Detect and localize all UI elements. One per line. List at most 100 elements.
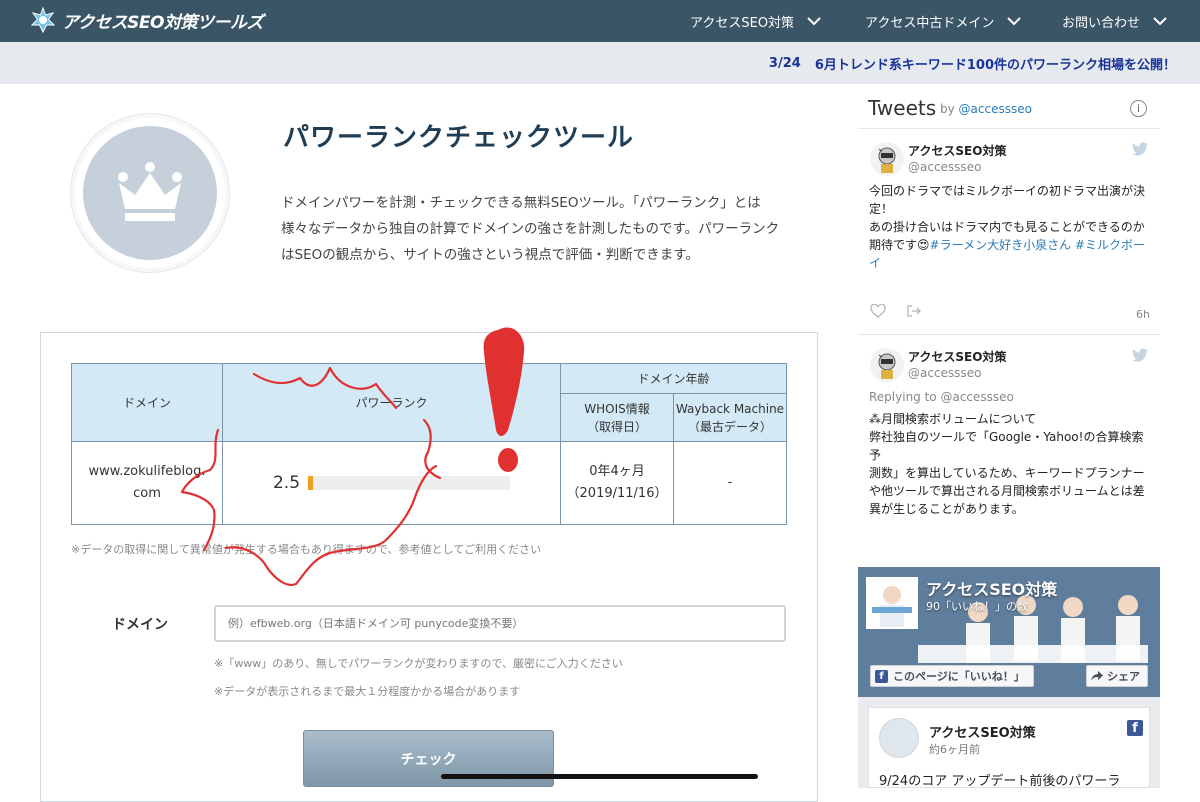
tweet-time[interactable]: 6h	[1136, 308, 1150, 321]
header-whois-line1: WHOIS情報	[584, 401, 650, 416]
robot-avatar-icon	[878, 353, 896, 379]
domain-input[interactable]	[214, 605, 786, 642]
fb-post-time[interactable]: 約6ヶ月前	[929, 741, 980, 757]
tweets-by-handle[interactable]: @accessseo	[959, 102, 1032, 116]
share-arrow-icon	[1091, 671, 1103, 681]
facebook-cover[interactable]: アクセスSEO対策 90「いいね！」の数 f このページに「いいね！」 シェア	[858, 567, 1160, 697]
notice-text: 6月トレンド系キーワード100件のパワーランク相場を公開！	[814, 57, 1176, 73]
tweet-author[interactable]: アクセスSEO対策	[908, 142, 1006, 159]
logo-star-icon	[30, 7, 56, 33]
info-icon[interactable]: i	[1130, 100, 1147, 117]
tweet-text-line: あの掛け合いはドラマ内でも見ることができるのか	[869, 220, 1145, 234]
tweet-text-line: 期待です😍	[869, 238, 930, 252]
tweet-item[interactable]: アクセスSEO対策 @accessseo Replying to @access…	[858, 334, 1160, 542]
notice-link[interactable]: 3/24 6月トレンド系キーワード100件のパワーランク相場を公開！	[769, 42, 1176, 84]
facebook-page-widget: アクセスSEO対策 90「いいね！」の数 f このページに「いいね！」 シェア …	[858, 567, 1160, 789]
crown-icon	[118, 162, 182, 221]
twitter-bird-icon[interactable]	[1132, 142, 1148, 156]
tweet-text-line: 弊社独自のツールで「Google・Yahoo!の合算検索予	[869, 430, 1144, 462]
power-rank-bar	[308, 476, 511, 490]
header-whois: WHOIS情報 （取得日）	[560, 393, 674, 442]
nav-access-seo[interactable]: アクセスSEO対策	[690, 0, 822, 42]
home-indicator	[441, 774, 758, 779]
tweet-author[interactable]: アクセスSEO対策	[908, 348, 1006, 365]
notice-bar: 3/24 6月トレンド系キーワード100件のパワーランク相場を公開！	[0, 42, 1200, 84]
time-note: ※データが表示されるまで最大１分程度かかる場合があります	[214, 685, 521, 698]
nav-label: アクセス中古ドメイン	[865, 15, 995, 31]
data-disclaimer: ※データの取得に関して異常値が発生する場合もあり得ますので、参考値としてご利用く…	[71, 543, 542, 556]
chevron-down-icon	[807, 17, 821, 26]
tweet-handle[interactable]: @accessseo	[908, 366, 981, 380]
fb-like-count: 90「いいね！」の数	[926, 600, 1028, 613]
header-wayback-line1: Wayback Machine	[675, 401, 785, 416]
domain-line2: com	[133, 486, 161, 501]
hashtag[interactable]: #ラーメン大好き小泉さん	[930, 238, 1072, 252]
power-rank-bar-fill	[308, 476, 314, 490]
replying-to[interactable]: Replying to @accessseo	[869, 388, 1154, 406]
header-domain: ドメイン	[71, 363, 223, 442]
nav-label: お問い合わせ	[1062, 15, 1141, 31]
crown-badge	[83, 126, 217, 260]
fb-share-button[interactable]: シェア	[1086, 665, 1148, 687]
cell-power-rank: 2.5	[222, 441, 561, 525]
tweet-text-line: や他ツールで算出される月間検索ボリュームとは差	[869, 484, 1145, 498]
nav-contact[interactable]: お問い合わせ	[1062, 0, 1168, 42]
domain-line1: www.zokulifeblog.	[88, 464, 206, 479]
tweet-actions	[870, 304, 922, 318]
fb-like-label: このページに「いいね！」	[893, 670, 1025, 683]
twitter-timeline: Tweets by @accessseo i アクセスSEO対策 @access…	[858, 84, 1160, 542]
nav-used-domain[interactable]: アクセス中古ドメイン	[865, 0, 1022, 42]
avatar	[870, 142, 904, 176]
fb-page-name[interactable]: アクセスSEO対策	[926, 576, 1057, 600]
cell-whois-age: 0年4ヶ月 （2019/11/16）	[560, 441, 674, 525]
cell-domain: www.zokulifeblog. com	[71, 441, 223, 525]
hashtag[interactable]: #ミルクボー	[1075, 238, 1145, 252]
tweets-by-word: by	[940, 102, 955, 116]
fb-post-text: 9/24のコア アップデート前後のパワーラ	[879, 774, 1121, 789]
heart-icon[interactable]	[870, 304, 886, 318]
nav-label: アクセスSEO対策	[690, 15, 795, 31]
tool-description: ドメインパワーを計測・チェックできる無料SEOツール。「パワーランク」とは様々な…	[281, 195, 780, 263]
age-line1: 0年4ヶ月	[589, 464, 645, 479]
tweet-handle[interactable]: @accessseo	[908, 160, 981, 174]
tweet-text-line: ⁂月間検索ボリュームについて	[869, 412, 1037, 426]
domain-field-label: ドメイン	[112, 617, 168, 633]
header-domain-age: ドメイン年齢	[560, 363, 787, 394]
tool-icon-circle	[70, 113, 230, 273]
avatar	[870, 348, 904, 382]
tweet-item[interactable]: アクセスSEO対策 @accessseo 今回のドラマではミルクボーイの初ドラマ…	[858, 128, 1160, 334]
site-logo[interactable]: アクセスSEO対策ツールズ	[30, 6, 263, 34]
avatar	[879, 718, 919, 758]
www-note: ※「www」のあり、無しでパワーランクが変わりますので、厳密にご入力ください	[214, 657, 623, 670]
header-power-rank: パワーランク	[222, 363, 561, 442]
facebook-f-icon: f	[875, 669, 888, 683]
tweet-text-line: 異が生じることがあります。	[869, 502, 1024, 516]
page-title: パワーランクチェックツール	[283, 123, 635, 153]
tweet-text-line: 今回のドラマではミルクボーイの初ドラマ出演が決	[869, 184, 1146, 198]
age-line2: （2019/11/16）	[566, 486, 668, 501]
fb-like-button[interactable]: f このページに「いいね！」	[870, 665, 1034, 687]
notice-date: 3/24	[768, 55, 801, 71]
share-icon[interactable]	[906, 304, 922, 318]
header-wayback-line2: （最古データ）	[687, 419, 772, 434]
fb-post-author[interactable]: アクセスSEO対策	[929, 722, 1036, 741]
cell-wayback: -	[673, 441, 787, 525]
twitter-bird-icon[interactable]	[1132, 348, 1148, 362]
header-whois-line2: （取得日）	[586, 419, 647, 434]
fb-post[interactable]: アクセスSEO対策 約6ヶ月前 f 9/24のコア アップデート前後のパワーラ	[868, 707, 1150, 789]
chevron-down-icon	[1153, 17, 1167, 26]
tweet-text: ⁂月間検索ボリュームについて 弊社独自のツールで「Google・Yahoo!の合…	[869, 410, 1154, 518]
page-thumbnail	[866, 577, 918, 629]
result-table: ドメイン パワーランク ドメイン年齢 WHOIS情報 （取得日） Wayback…	[71, 363, 787, 525]
tweet-text-line: 定！	[869, 202, 894, 216]
logo-text: アクセスSEO対策ツールズ	[62, 12, 263, 33]
fb-share-label: シェア	[1107, 670, 1140, 683]
hashtag[interactable]: イ	[869, 256, 881, 270]
chevron-down-icon	[1007, 17, 1022, 26]
facebook-logo-icon: f	[1127, 720, 1143, 736]
tweet-text-line: 測数」を算出しているため、キーワードプランナー	[869, 466, 1145, 480]
tweets-header: Tweets	[868, 96, 937, 120]
tweets-by: by @accessseo	[940, 102, 1032, 116]
power-rank-value: 2.5	[272, 473, 301, 493]
tweet-text: 今回のドラマではミルクボーイの初ドラマ出演が決 定！ あの掛け合いはドラマ内でも…	[869, 182, 1154, 272]
